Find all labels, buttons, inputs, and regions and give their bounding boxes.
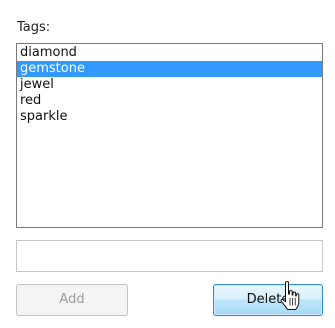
new-tag-input[interactable] <box>16 240 323 272</box>
tags-label: Tags: <box>17 20 51 35</box>
tag-item-jewel[interactable]: jewel <box>17 77 322 93</box>
tag-item-red[interactable]: red <box>17 93 322 109</box>
tag-item-sparkle[interactable]: sparkle <box>17 109 322 125</box>
tags-panel: Tags: diamond gemstone jewel red sparkle… <box>0 0 335 328</box>
tag-item-gemstone[interactable]: gemstone <box>17 61 322 77</box>
delete-button[interactable]: Delete <box>213 284 323 316</box>
tags-listbox[interactable]: diamond gemstone jewel red sparkle <box>16 43 323 228</box>
add-button[interactable]: Add <box>16 284 128 316</box>
tag-item-diamond[interactable]: diamond <box>17 45 322 61</box>
